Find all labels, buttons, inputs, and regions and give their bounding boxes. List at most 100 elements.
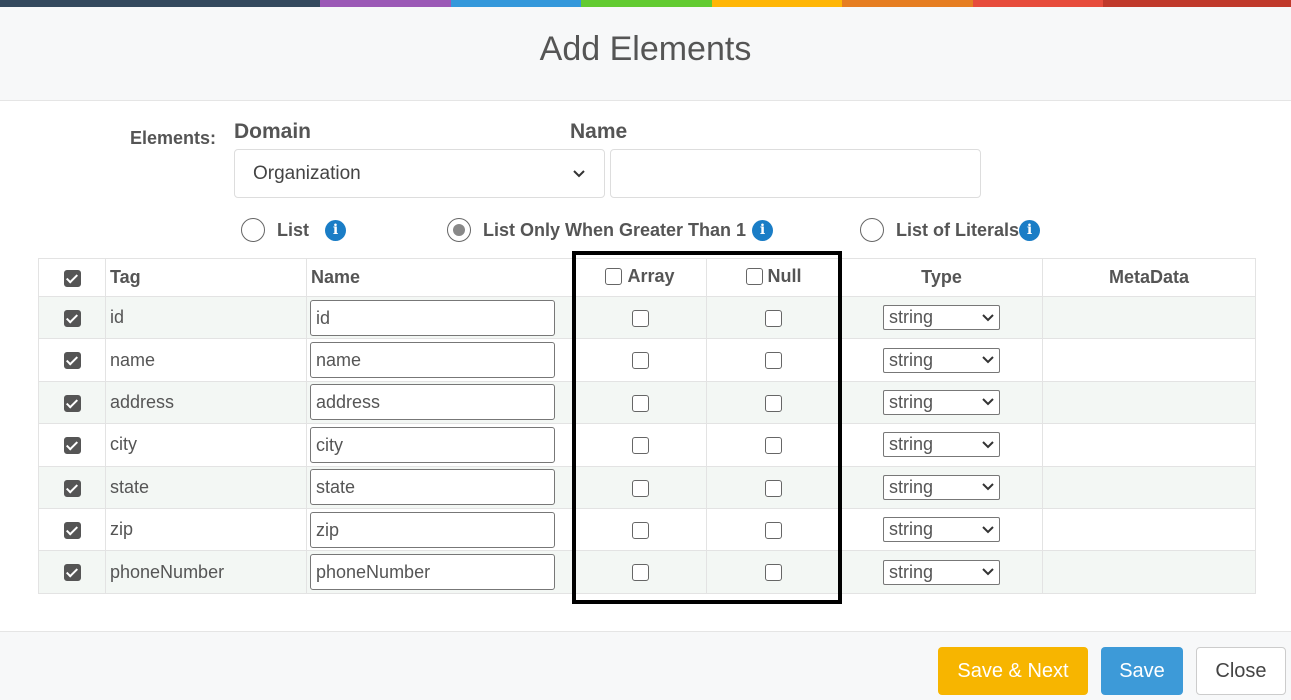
row-name-input[interactable]: name — [310, 342, 555, 379]
row-null-cell — [706, 465, 841, 509]
row-array-checkbox[interactable] — [631, 521, 649, 539]
row-type-cell: string — [840, 423, 1043, 467]
row-name-input[interactable]: phoneNumber — [310, 554, 555, 591]
row-type-select[interactable]: string — [883, 559, 1000, 585]
domain-select[interactable]: Organization — [234, 149, 605, 198]
row-name-cell: state — [306, 465, 574, 509]
row-null-checkbox[interactable] — [765, 437, 782, 455]
domain-select-value: Organization — [253, 162, 361, 184]
domain-label: Domain — [234, 120, 312, 143]
row-tag: phoneNumber — [105, 550, 307, 594]
row-select-cell — [38, 338, 106, 382]
radio-list-greater-than-1[interactable] — [447, 218, 471, 242]
row-null-checkbox[interactable] — [765, 479, 782, 497]
row-null-checkbox[interactable] — [765, 521, 782, 539]
column-header-tag: Tag — [105, 258, 307, 297]
stripe-segment — [1103, 0, 1291, 7]
chevron-down-icon — [982, 398, 994, 406]
radio-option-list-of-literals[interactable]: List of Literals i — [860, 216, 1041, 244]
column-header-null: Null — [706, 258, 841, 297]
row-select-checkbox[interactable] — [63, 564, 81, 582]
radio-option-list[interactable]: List i — [241, 216, 347, 244]
stripe-segment — [842, 0, 973, 7]
row-null-checkbox[interactable] — [765, 352, 782, 370]
stripe-segment — [0, 0, 320, 7]
row-select-checkbox[interactable] — [63, 521, 81, 539]
info-icon[interactable]: i — [1019, 219, 1041, 241]
row-type-value: string — [889, 434, 934, 455]
row-name-input[interactable]: zip — [310, 511, 555, 548]
chevron-down-icon — [982, 525, 994, 534]
elements-table: Tag Name Array Null Type MetaData id id … — [38, 258, 1256, 594]
row-name-input[interactable]: address — [310, 384, 555, 421]
save-and-next-button[interactable]: Save & Next — [938, 647, 1088, 695]
chevron-down-icon — [982, 568, 994, 576]
row-name-input[interactable]: state — [310, 469, 555, 506]
dialog-footer — [0, 631, 1291, 700]
row-select-checkbox[interactable] — [63, 309, 81, 327]
row-null-checkbox[interactable] — [765, 394, 782, 412]
select-all-checkbox[interactable] — [63, 269, 81, 287]
row-null-checkbox[interactable] — [765, 309, 782, 327]
row-type-cell: string — [840, 338, 1043, 382]
row-null-cell — [706, 380, 841, 425]
null-all-checkbox[interactable] — [745, 267, 763, 285]
row-null-cell — [706, 295, 841, 340]
row-name-cell: name — [306, 338, 574, 382]
row-type-select[interactable]: string — [883, 474, 1000, 500]
row-array-checkbox[interactable] — [631, 352, 649, 370]
radio-list-label: List — [277, 219, 310, 240]
table-row: id id string — [38, 295, 1256, 340]
dialog-header: Add Elements — [0, 7, 1291, 101]
close-button[interactable]: Close — [1196, 647, 1286, 695]
column-header-type: Type — [840, 258, 1043, 297]
radio-dot — [453, 224, 465, 236]
row-array-checkbox[interactable] — [631, 437, 649, 455]
array-all-checkbox[interactable] — [605, 267, 623, 285]
row-type-select[interactable]: string — [883, 517, 1000, 543]
stripe-segment — [451, 0, 581, 7]
row-metadata-cell — [1042, 465, 1256, 509]
row-type-select[interactable]: string — [883, 389, 1000, 415]
table-header-row: Tag Name Array Null Type MetaData — [38, 258, 1256, 297]
row-select-checkbox[interactable] — [63, 479, 81, 497]
row-type-value: string — [889, 519, 934, 540]
radio-list-of-literals[interactable] — [860, 218, 884, 242]
row-metadata-cell — [1042, 507, 1256, 552]
row-array-checkbox[interactable] — [631, 564, 649, 582]
row-select-cell — [38, 423, 106, 467]
radio-option-list-greater-than-1[interactable]: List Only When Greater Than 1 i — [447, 216, 774, 244]
row-array-checkbox[interactable] — [631, 394, 649, 412]
stripe-segment — [581, 0, 712, 7]
row-type-value: string — [889, 476, 934, 497]
row-name-input[interactable]: city — [310, 426, 555, 463]
column-header-array: Array — [573, 258, 707, 297]
table-row: address address string — [38, 380, 1256, 425]
stripe-segment — [712, 0, 842, 7]
element-name-input[interactable] — [610, 149, 981, 198]
row-type-select[interactable]: string — [883, 305, 1000, 331]
row-select-cell — [38, 507, 106, 552]
radio-list[interactable] — [241, 218, 265, 242]
row-select-cell — [38, 550, 106, 594]
row-type-value: string — [889, 349, 934, 370]
row-array-checkbox[interactable] — [631, 309, 649, 327]
row-name-cell: city — [306, 423, 574, 467]
row-type-select[interactable]: string — [883, 432, 1000, 458]
info-icon[interactable]: i — [752, 219, 774, 241]
row-type-select[interactable]: string — [883, 347, 1000, 373]
save-button[interactable]: Save — [1101, 647, 1183, 695]
row-select-checkbox[interactable] — [63, 394, 81, 412]
row-type-cell: string — [840, 295, 1043, 340]
row-tag: city — [105, 423, 307, 467]
row-array-checkbox[interactable] — [631, 479, 649, 497]
row-select-checkbox[interactable] — [63, 437, 81, 455]
row-null-checkbox[interactable] — [765, 564, 782, 582]
row-null-cell — [706, 338, 841, 382]
row-name-input[interactable]: id — [310, 299, 555, 336]
info-icon[interactable]: i — [325, 219, 347, 241]
row-tag: name — [105, 338, 307, 382]
row-tag: id — [105, 295, 307, 340]
row-select-checkbox[interactable] — [63, 352, 81, 370]
row-array-cell — [573, 550, 707, 594]
